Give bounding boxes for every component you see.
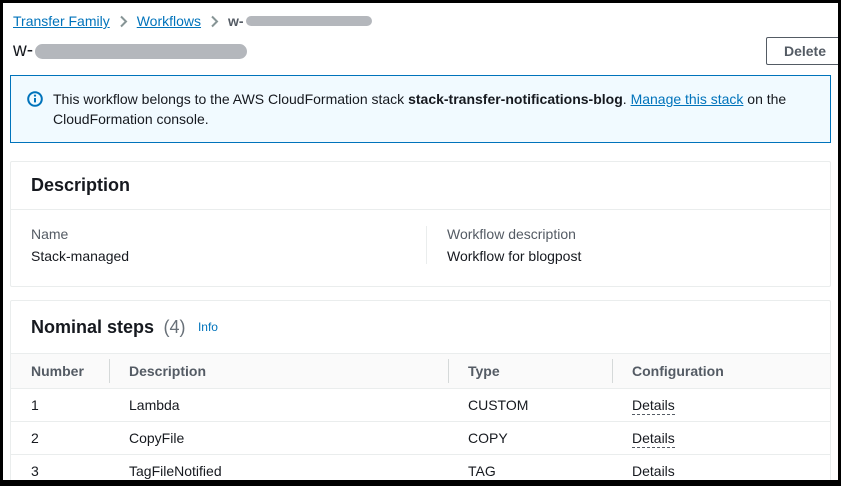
description-col-name: Name Stack-managed xyxy=(11,226,426,264)
col-header-description[interactable]: Description xyxy=(109,353,448,389)
workflow-detail-page: Transfer Family Workflows w- w- Delete T… xyxy=(3,3,838,480)
step-description: CopyFile xyxy=(109,421,448,455)
table-row: 1 Lambda CUSTOM Details xyxy=(11,388,830,422)
chevron-right-icon xyxy=(210,15,219,28)
redacted-workflow-id-title xyxy=(35,43,248,59)
page-title: w- xyxy=(13,40,248,62)
breadcrumb-current-workflow: w- xyxy=(228,13,372,29)
description-body: Name Stack-managed Workflow description … xyxy=(11,210,830,286)
step-number: 1 xyxy=(11,388,109,422)
page-header: w- Delete xyxy=(10,37,838,65)
breadcrumb-workflows[interactable]: Workflows xyxy=(137,13,201,29)
steps-table-header-row: Number Description Type Configuration xyxy=(11,353,830,389)
step-type: TAG xyxy=(448,454,612,480)
step-type: COPY xyxy=(448,421,612,455)
table-row: 2 CopyFile COPY Details xyxy=(11,421,830,455)
nominal-steps-count: (4) xyxy=(163,317,186,337)
steps-table: Number Description Type Configuration 1L… xyxy=(11,353,830,480)
description-col-workflow-description: Workflow description Workflow for blogpo… xyxy=(426,226,830,264)
col-header-configuration[interactable]: Configuration xyxy=(612,353,830,389)
col-header-type[interactable]: Type xyxy=(448,353,612,389)
nominal-steps-header: Nominal steps (4) Info xyxy=(11,301,830,353)
table-row: 3 TagFileNotified TAG Details xyxy=(11,454,830,480)
breadcrumb: Transfer Family Workflows w- xyxy=(10,9,831,35)
details-link[interactable]: Details xyxy=(632,430,675,448)
workflow-description-label: Workflow description xyxy=(447,226,576,242)
info-circle-icon xyxy=(27,91,43,112)
step-description: Lambda xyxy=(109,388,448,422)
nominal-steps-card: Nominal steps (4) Info Number Descriptio… xyxy=(10,300,831,480)
banner-text-middle: . xyxy=(622,91,631,107)
info-link[interactable]: Info xyxy=(198,320,218,334)
details-link[interactable]: Details xyxy=(632,397,675,415)
step-number: 2 xyxy=(11,421,109,455)
step-type: CUSTOM xyxy=(448,388,612,422)
cloudformation-info-banner: This workflow belongs to the AWS CloudFo… xyxy=(10,75,831,143)
name-value: Stack-managed xyxy=(31,248,130,264)
configuration-cell: Details xyxy=(612,421,830,455)
description-card: Description Name Stack-managed Workflow … xyxy=(10,161,831,287)
page-title-prefix: w- xyxy=(13,40,34,61)
delete-button[interactable]: Delete xyxy=(766,37,838,65)
breadcrumb-transfer-family[interactable]: Transfer Family xyxy=(13,13,110,29)
manage-stack-link[interactable]: Manage this stack xyxy=(631,91,744,107)
workflow-description-value: Workflow for blogpost xyxy=(447,248,582,264)
chevron-right-icon xyxy=(119,15,128,28)
description-card-header: Description xyxy=(11,162,830,210)
banner-stack-name: stack-transfer-notifications-blog xyxy=(408,91,623,107)
breadcrumb-current-prefix: w- xyxy=(228,13,244,29)
redacted-workflow-id xyxy=(245,16,372,26)
nominal-steps-title: Nominal steps xyxy=(31,317,155,337)
banner-message: This workflow belongs to the AWS CloudFo… xyxy=(53,89,814,129)
screenshot-frame: Transfer Family Workflows w- w- Delete T… xyxy=(0,0,841,486)
name-label: Name xyxy=(31,226,69,242)
step-description: TagFileNotified xyxy=(109,454,448,480)
banner-text-before: This workflow belongs to the AWS CloudFo… xyxy=(53,91,409,107)
description-title: Description xyxy=(31,175,131,195)
step-number: 3 xyxy=(11,454,109,480)
configuration-cell: Details xyxy=(612,454,830,480)
details-link[interactable]: Details xyxy=(632,463,675,480)
col-header-number[interactable]: Number xyxy=(11,353,109,389)
configuration-cell: Details xyxy=(612,388,830,422)
